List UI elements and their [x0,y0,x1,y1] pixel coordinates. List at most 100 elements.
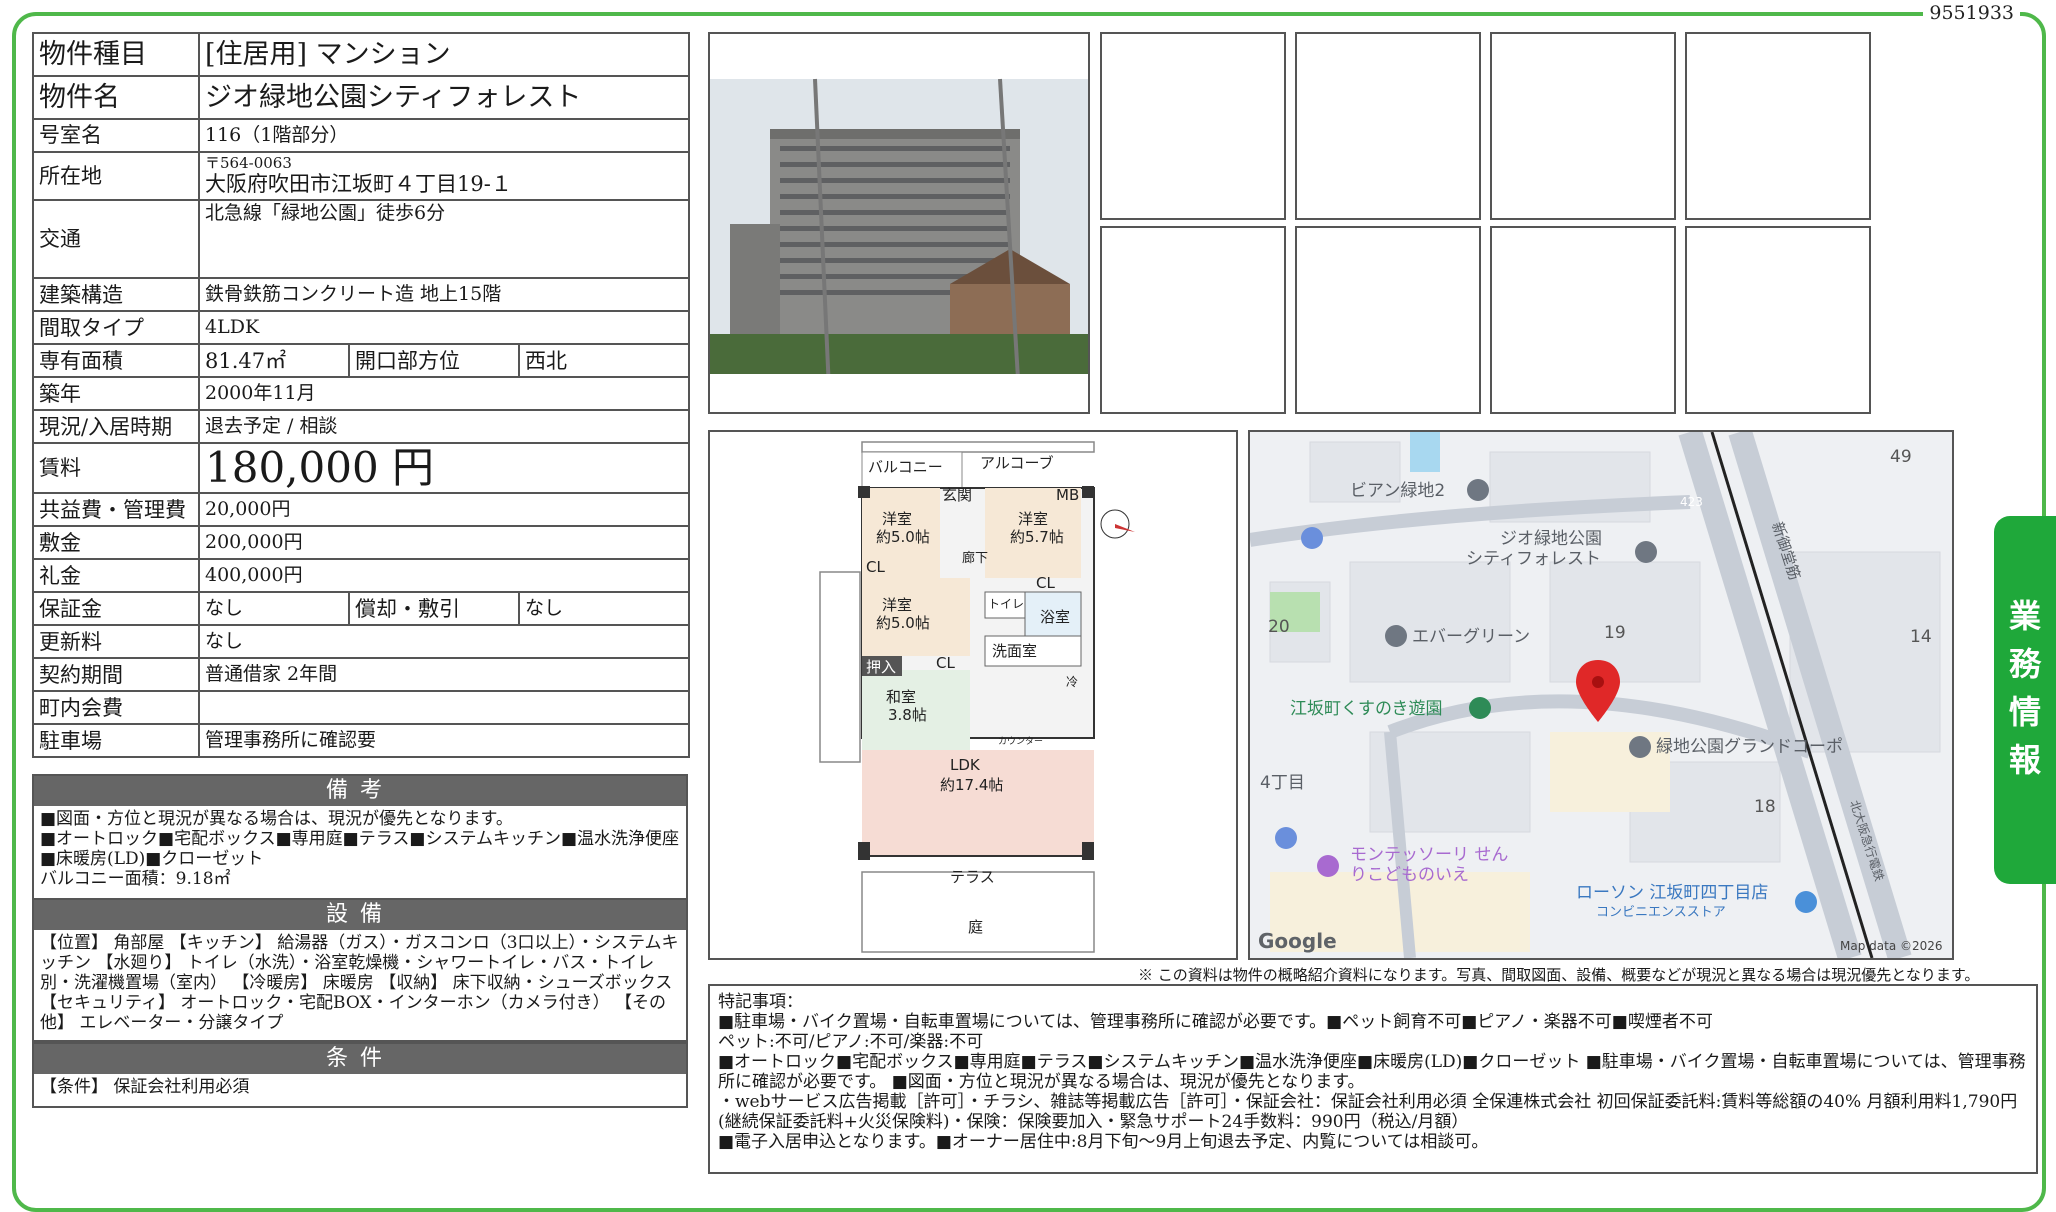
map-number: 20 [1268,617,1290,637]
floor-plan[interactable]: バルコニー アルコーブ 玄関 MB 洋室 約5.0帖 洋室 約5.7帖 洋室 約… [708,430,1238,960]
photo-thumbnail[interactable] [1685,32,1871,220]
building-photo[interactable] [708,32,1090,414]
structure-label: 建築構造 [32,277,200,313]
map-number: 18 [1754,797,1776,817]
type-label: 物件種目 [32,32,200,77]
town-fee-value [197,690,691,726]
access-value: 北急線「緑地公園」徒歩6分 [197,199,691,280]
guarantee-value: なし [198,591,350,627]
fee-label: 共益費・管理費 [32,492,200,528]
fp-corridor: 廊下 [962,550,988,566]
business-info-tab[interactable]: 業 務 情 報 [1994,516,2056,884]
remarks-block: 備考 ■図面・方位と現況が異なる場合は、現況が優先となります。 ■オートロック■… [32,774,688,900]
photo-thumbnail[interactable] [1100,32,1286,220]
town-fee-label: 町内会費 [32,690,200,726]
map-label: 江坂町くすのき遊園 [1290,699,1443,719]
remarks-line: ■図面・方位と現況が異なる場合は、現況が優先となります。 [40,809,513,829]
park-icon [1469,697,1491,719]
map-label: 緑地公園グランドコーポ [1656,737,1843,757]
side-tab-char: 務 [2008,645,2041,683]
contract-label: 契約期間 [32,657,200,693]
side-tab-char: 報 [2008,741,2041,779]
built-value: 2000年11月 [197,376,691,412]
deposit-value: 200,000円 [197,525,691,561]
fp-counter: カウンター [998,736,1043,747]
special-notes-line: ・webサービス広告掲載［許可］・チラシ、雑誌等掲載広告［許可］・保証会社：保証… [718,1092,2018,1132]
conditions-body: 【条件】 保証会社利用必須 [40,1077,250,1097]
route-number: 423 [1680,495,1703,509]
map-place-icon [1635,541,1657,563]
map-place-icon [1385,625,1407,647]
fp-alcove: アルコーブ [980,454,1054,472]
remarks-line: バルコニー面積：9.18㎡ [40,869,231,889]
postal-code: 〒564-0063 [205,154,292,172]
map-label: ビアン緑地2 [1350,481,1445,501]
status-value: 退去予定 / 相談 [197,409,691,445]
map-label: シティフォレスト [1466,549,1601,569]
amortization-label: 償却・敷引 [348,591,520,627]
fp-garden: 庭 [968,918,983,936]
fp-oshiire: 押入 [866,658,896,676]
remarks-line: ■オートロック■宅配ボックス■専用庭■テラス■システムキッチン■温水洗浄便座■床… [40,829,680,869]
map-place-icon [1629,736,1651,758]
fp-balcony: バルコニー [868,458,943,476]
fee-value: 20,000円 [197,492,691,528]
fp-fridge: 冷 [1066,675,1078,689]
area-label: 専有面積 [32,343,200,379]
fp-bath: 浴室 [1040,608,1070,626]
parking-label: 駐車場 [32,723,200,759]
fp-genkan: 玄関 [942,486,972,504]
fp-ldk-size: 約17.4帖 [940,776,1003,794]
fp-washroom: 洗面室 [992,642,1037,660]
deposit-label: 敷金 [32,525,200,561]
special-notes: 特記事項： ■駐車場・バイク置場・自転車置場については、管理事務所に確認が必要で… [708,984,2038,1174]
fp-washitsu: 和室 [886,688,916,706]
equipment-block: 設備 【位置】 角部屋 【キッチン】 給湯器（ガス）・ガスコンロ（3口以上）・シ… [32,898,688,1042]
special-notes-line: ■電子入居申込となります。■オーナー居住中:8月下旬〜9月上旬退去予定、内覧につ… [718,1132,1489,1152]
special-notes-line: ■オートロック■宅配ボックス■専用庭■テラス■システムキッチン■温水洗浄便座■床… [718,1052,2026,1092]
type-value: [住居用] マンション [197,32,691,77]
building-photo-image [710,34,1088,412]
access-label: 交通 [32,199,200,280]
photo-thumbnail[interactable] [1295,32,1481,220]
conditions-block: 条件 【条件】 保証会社利用必須 [32,1042,688,1108]
rent-label: 賃料 [32,442,200,495]
photo-thumbnail[interactable] [1685,226,1871,414]
fp-cl-1: CL [866,558,885,576]
name-label: 物件名 [32,75,200,120]
map-attribution: Map data ©2026 [1840,939,1943,953]
status-label: 現況/入居時期 [32,409,200,445]
property-name: ジオ緑地公園シティフォレスト [197,75,691,120]
compass-icon [1100,509,1135,539]
map-canvas: 49 20 19 14 18 423 ビアン緑地2 ジオ緑地公園 シティフォレス… [1250,432,1952,958]
floor-plan-drawing: バルコニー アルコーブ 玄関 MB 洋室 約5.0帖 洋室 約5.7帖 洋室 約… [819,441,1135,953]
property-spec-table: 物件種目 [住居用] マンション 物件名 ジオ緑地公園シティフォレスト 号室名 … [32,32,691,759]
remarks-body: ■図面・方位と現況が異なる場合は、現況が優先となります。 ■オートロック■宅配ボ… [34,806,686,892]
photo-thumbnail[interactable] [1295,226,1481,414]
address-value: 大阪府吹田市江坂町４丁目19-１ [205,172,512,197]
room-value: 116（1階部分） [197,118,691,153]
parking-icon [1301,527,1323,549]
structure-value: 鉄骨鉄筋コンクリート造 地上15階 [197,277,691,313]
equipment-body: 【位置】 角部屋 【キッチン】 給湯器（ガス）・ガスコンロ（3口以上）・システム… [40,933,679,1033]
layout-value: 4LDK [197,310,691,346]
special-notes-line: ペット:不可/ピアノ:不可/楽器:不可 [718,1032,984,1052]
map-place-icon [1467,479,1489,501]
photo-thumbnail[interactable] [1490,226,1676,414]
map-label: エバーグリーン [1412,627,1530,647]
location-map[interactable]: 49 20 19 14 18 423 ビアン緑地2 ジオ緑地公園 シティフォレス… [1248,430,1954,960]
photo-thumbnail[interactable] [1490,32,1676,220]
fp-ldk: LDK [950,756,981,774]
fp-terrace: テラス [950,868,995,886]
key-money-value: 400,000円 [197,558,691,594]
direction-value: 西北 [517,343,691,379]
map-number: 49 [1890,447,1912,467]
renewal-label: 更新料 [32,624,200,660]
map-label: モンテッソーリ せん [1350,845,1508,865]
fp-room1-size: 約5.0帖 [876,528,930,546]
photo-thumbnail[interactable] [1100,226,1286,414]
parking-icon [1275,827,1297,849]
map-label: ジオ緑地公園 [1500,529,1602,549]
side-tab-char: 情 [2008,693,2041,731]
fp-room3-label: 洋室 [882,596,912,614]
